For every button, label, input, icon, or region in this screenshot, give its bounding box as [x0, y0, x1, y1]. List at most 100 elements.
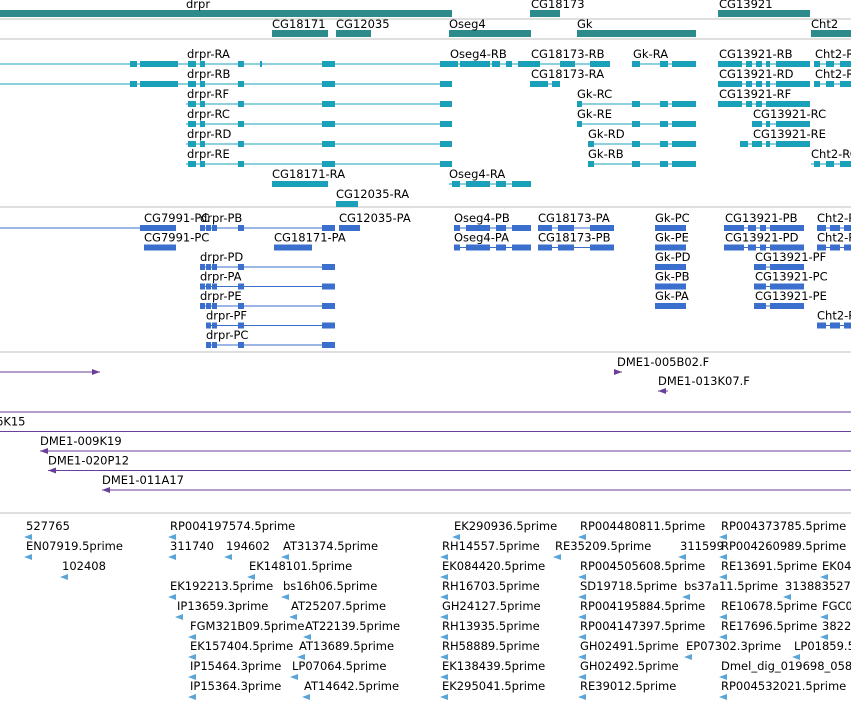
est-label[interactable]: IP15364.3prime — [190, 679, 281, 693]
est-label[interactable]: EN07919.5prime — [26, 539, 123, 553]
protein-exon[interactable] — [322, 303, 335, 309]
protein-label[interactable]: Cht2-PA — [817, 211, 851, 225]
gene-label[interactable]: Oseg4 — [449, 17, 486, 31]
transcript-label[interactable]: Oseg4-RA — [449, 167, 505, 181]
transcript-exon[interactable] — [840, 161, 851, 167]
transcript-exon[interactable] — [530, 81, 548, 87]
clone-label[interactable]: DME1-020P12 — [48, 454, 129, 468]
transcript-exon[interactable] — [632, 101, 640, 107]
transcript-label[interactable]: Gk-RD — [588, 127, 625, 141]
est-label[interactable]: RP004480811.5prime — [580, 519, 705, 533]
est-label[interactable]: 3822 — [822, 619, 851, 633]
transcript-exon[interactable] — [140, 61, 178, 67]
gene-bar[interactable] — [718, 10, 810, 17]
est-marker[interactable] — [578, 694, 586, 700]
est-label[interactable]: RP004197574.5prime — [170, 519, 295, 533]
est-label[interactable]: EK295041.5prime — [442, 679, 545, 693]
transcript-label[interactable]: CG13921-RB — [719, 47, 793, 61]
est-label[interactable]: AT31374.5prime — [283, 539, 378, 553]
transcript-exon[interactable] — [238, 141, 244, 147]
protein-exon[interactable] — [454, 244, 460, 251]
transcript-exon[interactable] — [672, 121, 696, 127]
est-marker[interactable] — [281, 594, 289, 600]
transcript-label[interactable]: drpr-RE — [187, 147, 230, 161]
est-label[interactable]: EK290936.5prime — [454, 519, 557, 533]
protein-label[interactable]: CG7991-PC — [144, 231, 209, 245]
est-label[interactable]: LP07064.5prime — [292, 659, 386, 673]
transcript-exon[interactable] — [322, 141, 335, 147]
transcript-exon[interactable] — [632, 61, 640, 67]
protein-label[interactable]: CG18171-PA — [274, 231, 346, 245]
transcript-exon[interactable] — [238, 161, 244, 167]
est-label[interactable]: 102408 — [62, 559, 106, 573]
est-marker[interactable] — [168, 554, 176, 560]
est-label[interactable]: EK084420.5prime — [442, 559, 545, 573]
transcript-exon[interactable] — [130, 61, 137, 67]
protein-label[interactable]: Cht2-PB — [817, 231, 851, 245]
protein-exon[interactable] — [322, 283, 335, 290]
est-marker[interactable] — [684, 654, 692, 660]
est-label[interactable]: 311740 — [170, 539, 214, 553]
protein-label[interactable]: Cht2-PC — [817, 309, 851, 323]
protein-label[interactable]: Oseg4-PB — [454, 211, 510, 225]
est-label[interactable]: FGM321B09.5prime — [190, 619, 304, 633]
gene-bar[interactable] — [336, 30, 371, 37]
protein-exon[interactable] — [238, 225, 244, 231]
transcript-exon[interactable] — [452, 181, 460, 187]
transcript-label[interactable]: CG13921-RE — [753, 127, 826, 141]
transcript-label[interactable]: CG18171-RA — [272, 167, 345, 181]
transcript-label[interactable]: Gk-RA — [633, 47, 668, 61]
protein-label[interactable]: CG13921-PD — [725, 231, 799, 245]
est-label[interactable]: RE13691.5prime — [721, 559, 817, 573]
est-label[interactable]: RP004532021.5prime — [721, 679, 846, 693]
transcript-exon[interactable] — [322, 61, 335, 67]
transcript-exon[interactable] — [826, 161, 834, 167]
est-label[interactable]: bs37a11.5prime — [684, 579, 778, 593]
clone-label[interactable]: DME1-005B02.F — [617, 355, 709, 369]
protein-exon[interactable] — [212, 342, 217, 348]
transcript-exon[interactable] — [632, 141, 640, 147]
est-marker[interactable] — [188, 694, 196, 700]
transcript-exon[interactable] — [672, 61, 696, 67]
transcript-exon[interactable] — [588, 161, 594, 167]
est-label[interactable]: EK138439.5prime — [442, 659, 545, 673]
est-marker[interactable] — [60, 574, 68, 580]
transcript-label[interactable]: Oseg4-RB — [450, 47, 507, 61]
transcript-exon[interactable] — [746, 101, 752, 107]
protein-label[interactable]: drpr-PA — [200, 270, 242, 284]
transcript-exon[interactable] — [840, 81, 851, 87]
transcript-exon[interactable] — [826, 81, 834, 87]
transcript-exon[interactable] — [512, 181, 531, 187]
est-label[interactable]: RE39012.5prime — [580, 679, 676, 693]
est-label[interactable]: RH14557.5prime — [442, 539, 540, 553]
est-label[interactable]: IP13659.3prime — [177, 599, 268, 613]
est-label[interactable]: EK148101.5prime — [249, 559, 352, 573]
protein-label[interactable]: drpr-PF — [206, 309, 247, 323]
transcript-label[interactable]: drpr-RD — [187, 127, 231, 141]
protein-exon[interactable] — [144, 244, 176, 251]
transcript-exon[interactable] — [140, 81, 178, 87]
transcript-exon[interactable] — [272, 181, 328, 187]
transcript-label[interactable]: CG13921-RF — [719, 87, 791, 101]
transcript-exon[interactable] — [552, 81, 560, 87]
transcript-exon[interactable] — [672, 141, 696, 147]
transcript-exon[interactable] — [452, 61, 458, 67]
est-label[interactable]: AT13689.5prime — [299, 639, 394, 653]
protein-label[interactable]: Gk-PE — [655, 231, 689, 245]
transcript-label[interactable]: Gk-RB — [588, 147, 624, 161]
transcript-exon[interactable] — [752, 141, 762, 147]
est-label[interactable]: 194602 — [226, 539, 270, 553]
est-label[interactable]: AT14642.5prime — [304, 679, 399, 693]
gene-label[interactable]: CG18171 — [272, 17, 326, 31]
transcript-exon[interactable] — [740, 141, 748, 147]
gene-label[interactable]: Gk — [577, 17, 593, 31]
transcript-label[interactable]: CG13921-RD — [719, 67, 794, 81]
est-label[interactable]: 311599 — [680, 539, 724, 553]
protein-exon[interactable] — [817, 322, 826, 329]
protein-label[interactable]: drpr-PC — [206, 328, 248, 342]
transcript-label[interactable]: Gk-RC — [577, 87, 612, 101]
protein-exon[interactable] — [274, 244, 312, 251]
est-label[interactable]: Dmel_dig_019698_0584_3 — [721, 659, 851, 673]
transcript-exon[interactable] — [322, 121, 335, 127]
protein-label[interactable]: drpr-PB — [200, 211, 242, 225]
